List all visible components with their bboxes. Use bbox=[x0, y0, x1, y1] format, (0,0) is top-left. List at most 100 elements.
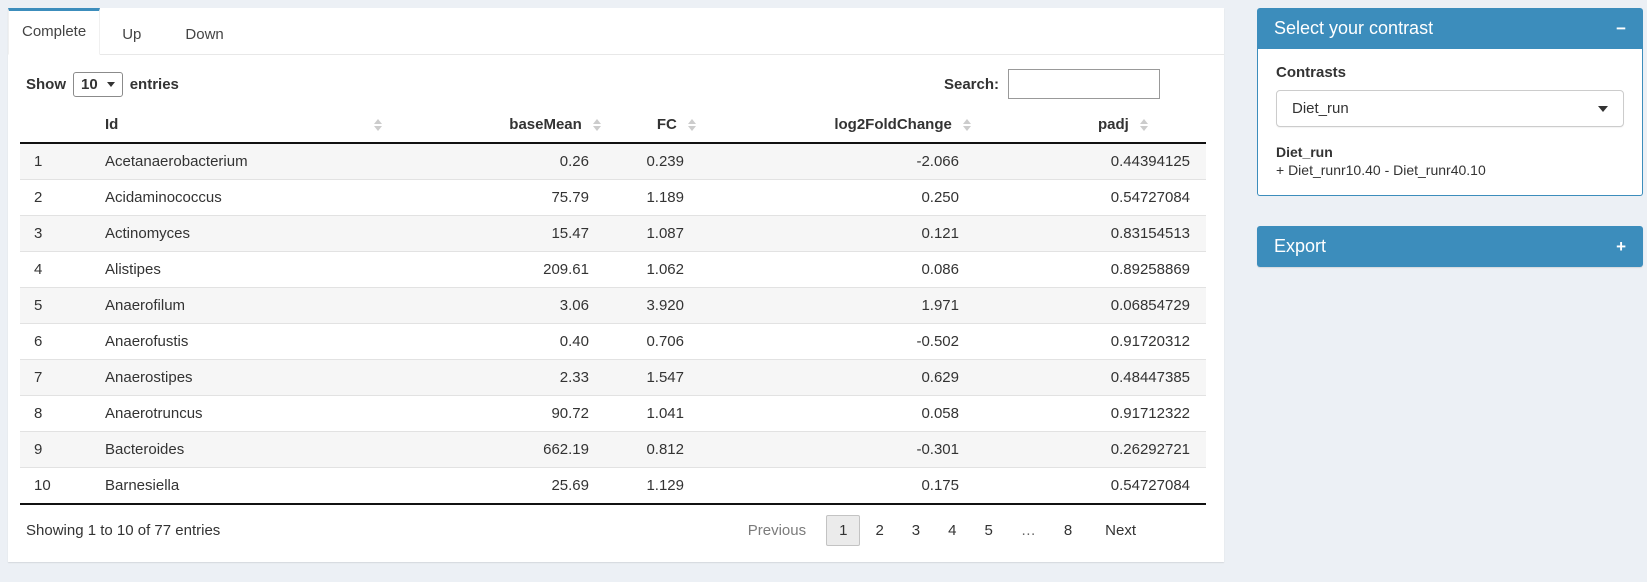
contrasts-label: Contrasts bbox=[1276, 64, 1624, 81]
row-basemean: 0.26 bbox=[390, 143, 605, 180]
export-box-title: Export bbox=[1274, 236, 1326, 257]
row-fc: 1.547 bbox=[605, 360, 700, 396]
row-padj: 0.54727084 bbox=[975, 468, 1206, 505]
row-fc: 0.812 bbox=[605, 432, 700, 468]
table-row[interactable]: 3 Actinomyces 15.47 1.087 0.121 0.831545… bbox=[20, 216, 1206, 252]
row-basemean: 0.40 bbox=[390, 324, 605, 360]
row-basemean: 75.79 bbox=[390, 180, 605, 216]
row-basemean: 15.47 bbox=[390, 216, 605, 252]
search-label: Search: bbox=[944, 76, 999, 93]
tab-down[interactable]: Down bbox=[163, 8, 245, 55]
pagination-page-4[interactable]: 4 bbox=[935, 515, 969, 546]
row-basemean: 3.06 bbox=[390, 288, 605, 324]
entries-select[interactable]: 10 bbox=[73, 72, 123, 97]
column-header-log2foldchange[interactable]: log2FoldChange bbox=[700, 107, 975, 143]
table-row[interactable]: 9 Bacteroides 662.19 0.812 -0.301 0.2629… bbox=[20, 432, 1206, 468]
row-index: 6 bbox=[20, 324, 95, 360]
contrast-box-body: Contrasts Diet_run Diet_run + Diet_runr1… bbox=[1257, 49, 1643, 196]
table-row[interactable]: 1 Acetanaerobacterium 0.26 0.239 -2.066 … bbox=[20, 143, 1206, 180]
table-row[interactable]: 4 Alistipes 209.61 1.062 0.086 0.8925886… bbox=[20, 252, 1206, 288]
results-panel: CompleteUpDown Show 10 entries Search: bbox=[8, 8, 1224, 562]
table-row[interactable]: 8 Anaerotruncus 90.72 1.041 0.058 0.9171… bbox=[20, 396, 1206, 432]
results-table: Id baseMean FC log2FoldChange bbox=[20, 107, 1206, 505]
column-header-label: padj bbox=[1098, 116, 1129, 133]
column-header-basemean[interactable]: baseMean bbox=[390, 107, 605, 143]
row-log2foldchange: 1.971 bbox=[700, 288, 975, 324]
sort-icon bbox=[593, 119, 601, 131]
table-row[interactable]: 10 Barnesiella 25.69 1.129 0.175 0.54727… bbox=[20, 468, 1206, 505]
row-padj: 0.54727084 bbox=[975, 180, 1206, 216]
row-padj: 0.26292721 bbox=[975, 432, 1206, 468]
column-header-label: baseMean bbox=[509, 116, 582, 133]
table-row[interactable]: 5 Anaerofilum 3.06 3.920 1.971 0.0685472… bbox=[20, 288, 1206, 324]
page: CompleteUpDown Show 10 entries Search: bbox=[0, 0, 1647, 582]
entries-select-value: 10 bbox=[81, 76, 98, 93]
row-id: Acetanaerobacterium bbox=[95, 143, 390, 180]
search-control: Search: bbox=[944, 69, 1160, 99]
table-controls: Show 10 entries Search: bbox=[26, 69, 1206, 99]
row-id: Anaerofustis bbox=[95, 324, 390, 360]
row-fc: 1.062 bbox=[605, 252, 700, 288]
contrast-box-title: Select your contrast bbox=[1274, 18, 1433, 39]
row-id: Barnesiella bbox=[95, 468, 390, 505]
row-index: 5 bbox=[20, 288, 95, 324]
row-padj: 0.48447385 bbox=[975, 360, 1206, 396]
row-padj: 0.44394125 bbox=[975, 143, 1206, 180]
column-header-padj[interactable]: padj bbox=[975, 107, 1206, 143]
collapse-icon[interactable]: − bbox=[1616, 20, 1626, 37]
row-id: Bacteroides bbox=[95, 432, 390, 468]
column-header-fc[interactable]: FC bbox=[605, 107, 700, 143]
caret-down-icon bbox=[1598, 106, 1608, 112]
table-row[interactable]: 2 Acidaminococcus 75.79 1.189 0.250 0.54… bbox=[20, 180, 1206, 216]
search-input[interactable] bbox=[1008, 69, 1160, 99]
export-box-header[interactable]: Export + bbox=[1257, 226, 1643, 267]
pagination-page-2[interactable]: 2 bbox=[862, 515, 896, 546]
row-id: Anaerostipes bbox=[95, 360, 390, 396]
row-basemean: 209.61 bbox=[390, 252, 605, 288]
row-basemean: 25.69 bbox=[390, 468, 605, 505]
pagination-pages: 12345…8 bbox=[825, 515, 1086, 546]
pagination-previous[interactable]: Previous bbox=[735, 515, 824, 546]
row-padj: 0.06854729 bbox=[975, 288, 1206, 324]
row-padj: 0.83154513 bbox=[975, 216, 1206, 252]
pagination-page-5[interactable]: 5 bbox=[971, 515, 1005, 546]
row-id: Actinomyces bbox=[95, 216, 390, 252]
row-index: 3 bbox=[20, 216, 95, 252]
row-log2foldchange: 0.250 bbox=[700, 180, 975, 216]
row-id: Anaerotruncus bbox=[95, 396, 390, 432]
row-index: 8 bbox=[20, 396, 95, 432]
row-index: 2 bbox=[20, 180, 95, 216]
row-padj: 0.91720312 bbox=[975, 324, 1206, 360]
table-row[interactable]: 7 Anaerostipes 2.33 1.547 0.629 0.484473… bbox=[20, 360, 1206, 396]
table-row[interactable]: 6 Anaerofustis 0.40 0.706 -0.502 0.91720… bbox=[20, 324, 1206, 360]
row-fc: 1.041 bbox=[605, 396, 700, 432]
column-header-label: FC bbox=[657, 116, 677, 133]
column-header-id[interactable]: Id bbox=[95, 107, 390, 143]
contrast-box-header[interactable]: Select your contrast − bbox=[1257, 8, 1643, 49]
row-id: Anaerofilum bbox=[95, 288, 390, 324]
pagination-page-3[interactable]: 3 bbox=[899, 515, 933, 546]
contrasts-select[interactable]: Diet_run bbox=[1276, 90, 1624, 127]
pagination-page-1[interactable]: 1 bbox=[826, 515, 860, 546]
tab-up[interactable]: Up bbox=[100, 8, 163, 55]
table-info: Showing 1 to 10 of 77 entries bbox=[26, 522, 220, 539]
chevron-down-icon bbox=[107, 82, 115, 87]
sort-icon bbox=[374, 119, 382, 131]
pagination-page-8[interactable]: 8 bbox=[1051, 515, 1085, 546]
expand-icon[interactable]: + bbox=[1616, 238, 1626, 255]
pagination-ellipsis: … bbox=[1008, 515, 1049, 546]
table-footer: Showing 1 to 10 of 77 entries Previous 1… bbox=[20, 515, 1206, 546]
sidebar: Select your contrast − Contrasts Diet_ru… bbox=[1257, 8, 1643, 267]
contrast-formula: + Diet_runr10.40 - Diet_runr40.10 bbox=[1276, 162, 1624, 178]
tab-complete[interactable]: Complete bbox=[8, 8, 100, 55]
row-log2foldchange: 0.058 bbox=[700, 396, 975, 432]
row-log2foldchange: -0.502 bbox=[700, 324, 975, 360]
row-fc: 0.706 bbox=[605, 324, 700, 360]
row-log2foldchange: 0.629 bbox=[700, 360, 975, 396]
row-log2foldchange: -2.066 bbox=[700, 143, 975, 180]
contrast-box: Select your contrast − Contrasts Diet_ru… bbox=[1257, 8, 1643, 196]
row-fc: 1.129 bbox=[605, 468, 700, 505]
pagination-next[interactable]: Next bbox=[1087, 515, 1149, 546]
row-index: 7 bbox=[20, 360, 95, 396]
row-log2foldchange: 0.121 bbox=[700, 216, 975, 252]
